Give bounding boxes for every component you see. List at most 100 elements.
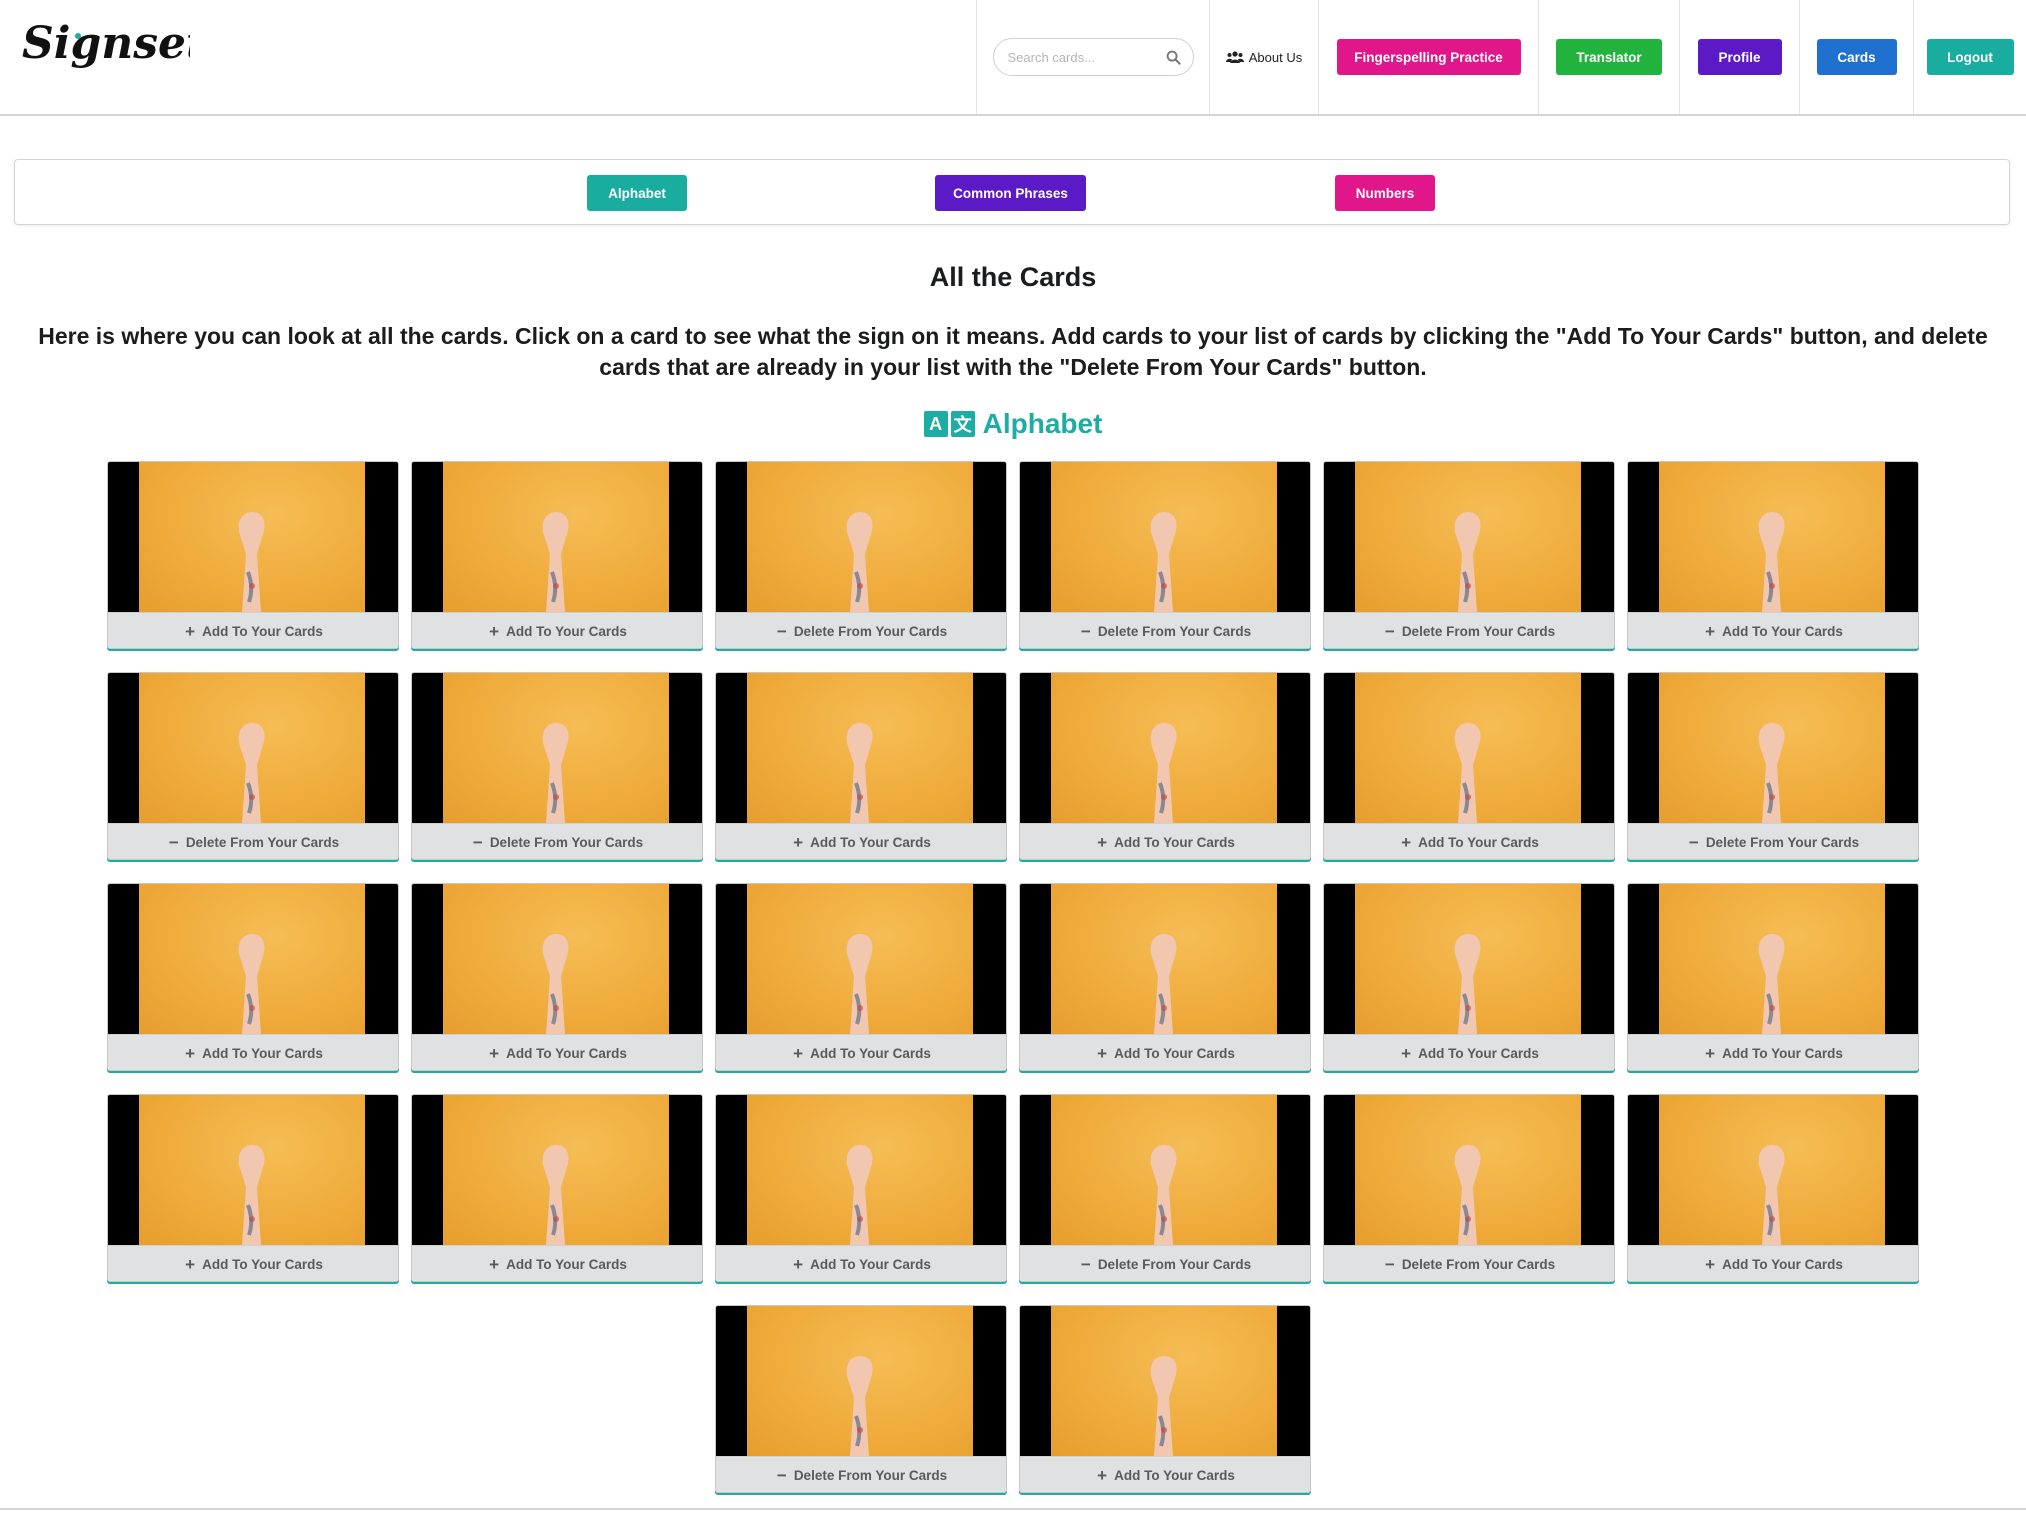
card-action-label: Add To Your Cards xyxy=(202,624,323,639)
card-image[interactable] xyxy=(716,462,1006,612)
sign-card[interactable]: − Delete From Your Cards xyxy=(715,461,1007,649)
sign-card[interactable]: + Add To Your Cards xyxy=(1019,1305,1311,1493)
card-image[interactable] xyxy=(1020,673,1310,823)
signsetta-logo[interactable]: Signsetta xyxy=(20,14,190,86)
add-to-cards-button[interactable]: + Add To Your Cards xyxy=(412,612,702,648)
card-image[interactable] xyxy=(412,884,702,1034)
sign-card[interactable]: − Delete From Your Cards xyxy=(1019,461,1311,649)
card-image[interactable] xyxy=(1324,462,1614,612)
card-image[interactable] xyxy=(716,1306,1006,1456)
card-image[interactable] xyxy=(412,673,702,823)
sign-card[interactable]: − Delete From Your Cards xyxy=(411,672,703,860)
card-action-label: Delete From Your Cards xyxy=(1401,1257,1556,1272)
card-image[interactable] xyxy=(1020,884,1310,1034)
sign-card[interactable]: + Add To Your Cards xyxy=(715,883,1007,1071)
search-box[interactable] xyxy=(992,38,1194,76)
common-phrases-category-button[interactable]: Common Phrases xyxy=(935,175,1086,211)
card-image[interactable] xyxy=(108,673,398,823)
sign-card[interactable]: + Add To Your Cards xyxy=(411,883,703,1071)
sign-card[interactable]: − Delete From Your Cards xyxy=(107,672,399,860)
card-image[interactable] xyxy=(1628,1095,1918,1245)
alphabet-category-button[interactable]: Alphabet xyxy=(587,175,687,211)
add-to-cards-button[interactable]: + Add To Your Cards xyxy=(1020,1034,1310,1070)
add-to-cards-button[interactable]: + Add To Your Cards xyxy=(716,1245,1006,1281)
search-input[interactable] xyxy=(1007,49,1166,65)
delete-from-cards-button[interactable]: − Delete From Your Cards xyxy=(108,823,398,859)
sign-card[interactable]: + Add To Your Cards xyxy=(1627,1094,1919,1282)
fingerspelling-practice-button[interactable]: Fingerspelling Practice xyxy=(1336,39,1521,75)
add-to-cards-button[interactable]: + Add To Your Cards xyxy=(1020,1456,1310,1492)
delete-from-cards-button[interactable]: − Delete From Your Cards xyxy=(716,612,1006,648)
sign-card[interactable]: + Add To Your Cards xyxy=(107,461,399,649)
add-to-cards-button[interactable]: + Add To Your Cards xyxy=(108,1245,398,1281)
card-image[interactable] xyxy=(1628,673,1918,823)
card-image[interactable] xyxy=(108,1095,398,1245)
sign-card[interactable]: + Add To Your Cards xyxy=(715,1094,1007,1282)
add-to-cards-button[interactable]: + Add To Your Cards xyxy=(1628,1245,1918,1281)
sign-card[interactable]: + Add To Your Cards xyxy=(1627,461,1919,649)
card-image[interactable] xyxy=(108,462,398,612)
sign-card[interactable]: + Add To Your Cards xyxy=(715,672,1007,860)
card-image[interactable] xyxy=(1020,1095,1310,1245)
card-image[interactable] xyxy=(412,1095,702,1245)
sign-card[interactable]: + Add To Your Cards xyxy=(1019,883,1311,1071)
add-to-cards-button[interactable]: + Add To Your Cards xyxy=(716,823,1006,859)
translate-icon: A 文 xyxy=(923,411,975,437)
card-image[interactable] xyxy=(716,884,1006,1034)
translator-button[interactable]: Translator xyxy=(1556,39,1662,75)
card-image[interactable] xyxy=(1020,462,1310,612)
minus-icon: − xyxy=(1384,622,1395,641)
add-to-cards-button[interactable]: + Add To Your Cards xyxy=(1628,612,1918,648)
card-image[interactable] xyxy=(1324,884,1614,1034)
sign-card[interactable]: − Delete From Your Cards xyxy=(715,1305,1007,1493)
card-image[interactable] xyxy=(716,1095,1006,1245)
sign-card[interactable]: + Add To Your Cards xyxy=(1323,672,1615,860)
sign-card[interactable]: + Add To Your Cards xyxy=(1627,883,1919,1071)
delete-from-cards-button[interactable]: − Delete From Your Cards xyxy=(1020,1245,1310,1281)
hand-sign-icon xyxy=(846,934,873,1034)
card-image[interactable] xyxy=(716,673,1006,823)
add-to-cards-button[interactable]: + Add To Your Cards xyxy=(412,1245,702,1281)
logout-button[interactable]: Logout xyxy=(1926,39,2014,75)
delete-from-cards-button[interactable]: − Delete From Your Cards xyxy=(1628,823,1918,859)
card-image[interactable] xyxy=(108,884,398,1034)
add-to-cards-button[interactable]: + Add To Your Cards xyxy=(1324,1034,1614,1070)
about-us-link[interactable]: About Us xyxy=(1209,0,1318,114)
sign-card[interactable]: − Delete From Your Cards xyxy=(1019,1094,1311,1282)
sign-card[interactable]: + Add To Your Cards xyxy=(1019,672,1311,860)
card-image[interactable] xyxy=(412,462,702,612)
delete-from-cards-button[interactable]: − Delete From Your Cards xyxy=(1020,612,1310,648)
card-image[interactable] xyxy=(1324,673,1614,823)
add-to-cards-button[interactable]: + Add To Your Cards xyxy=(412,1034,702,1070)
profile-button[interactable]: Profile xyxy=(1697,39,1782,75)
sign-card[interactable]: + Add To Your Cards xyxy=(107,883,399,1071)
card-image[interactable] xyxy=(1628,884,1918,1034)
add-to-cards-button[interactable]: + Add To Your Cards xyxy=(108,1034,398,1070)
add-to-cards-button[interactable]: + Add To Your Cards xyxy=(1020,823,1310,859)
sign-card[interactable]: − Delete From Your Cards xyxy=(1323,1094,1615,1282)
add-to-cards-button[interactable]: + Add To Your Cards xyxy=(1628,1034,1918,1070)
delete-from-cards-button[interactable]: − Delete From Your Cards xyxy=(412,823,702,859)
add-to-cards-button[interactable]: + Add To Your Cards xyxy=(108,612,398,648)
card-image[interactable] xyxy=(1324,1095,1614,1245)
hand-sign-icon xyxy=(1150,1145,1177,1245)
add-to-cards-button[interactable]: + Add To Your Cards xyxy=(716,1034,1006,1070)
numbers-category-button[interactable]: Numbers xyxy=(1335,175,1435,211)
hand-sign-photo xyxy=(747,462,973,612)
hand-sign-icon xyxy=(238,512,265,612)
sign-card[interactable]: − Delete From Your Cards xyxy=(1323,461,1615,649)
sign-card[interactable]: + Add To Your Cards xyxy=(1323,883,1615,1071)
sign-card[interactable]: − Delete From Your Cards xyxy=(1627,672,1919,860)
card-image[interactable] xyxy=(1020,1306,1310,1456)
cards-button[interactable]: Cards xyxy=(1816,39,1897,75)
delete-from-cards-button[interactable]: − Delete From Your Cards xyxy=(716,1456,1006,1492)
delete-from-cards-button[interactable]: − Delete From Your Cards xyxy=(1324,1245,1614,1281)
sign-card[interactable]: + Add To Your Cards xyxy=(411,461,703,649)
delete-from-cards-button[interactable]: − Delete From Your Cards xyxy=(1324,612,1614,648)
sign-card[interactable]: + Add To Your Cards xyxy=(411,1094,703,1282)
sign-card[interactable]: + Add To Your Cards xyxy=(107,1094,399,1282)
hand-sign-icon xyxy=(846,723,873,823)
search-icon[interactable] xyxy=(1166,50,1181,65)
add-to-cards-button[interactable]: + Add To Your Cards xyxy=(1324,823,1614,859)
card-image[interactable] xyxy=(1628,462,1918,612)
